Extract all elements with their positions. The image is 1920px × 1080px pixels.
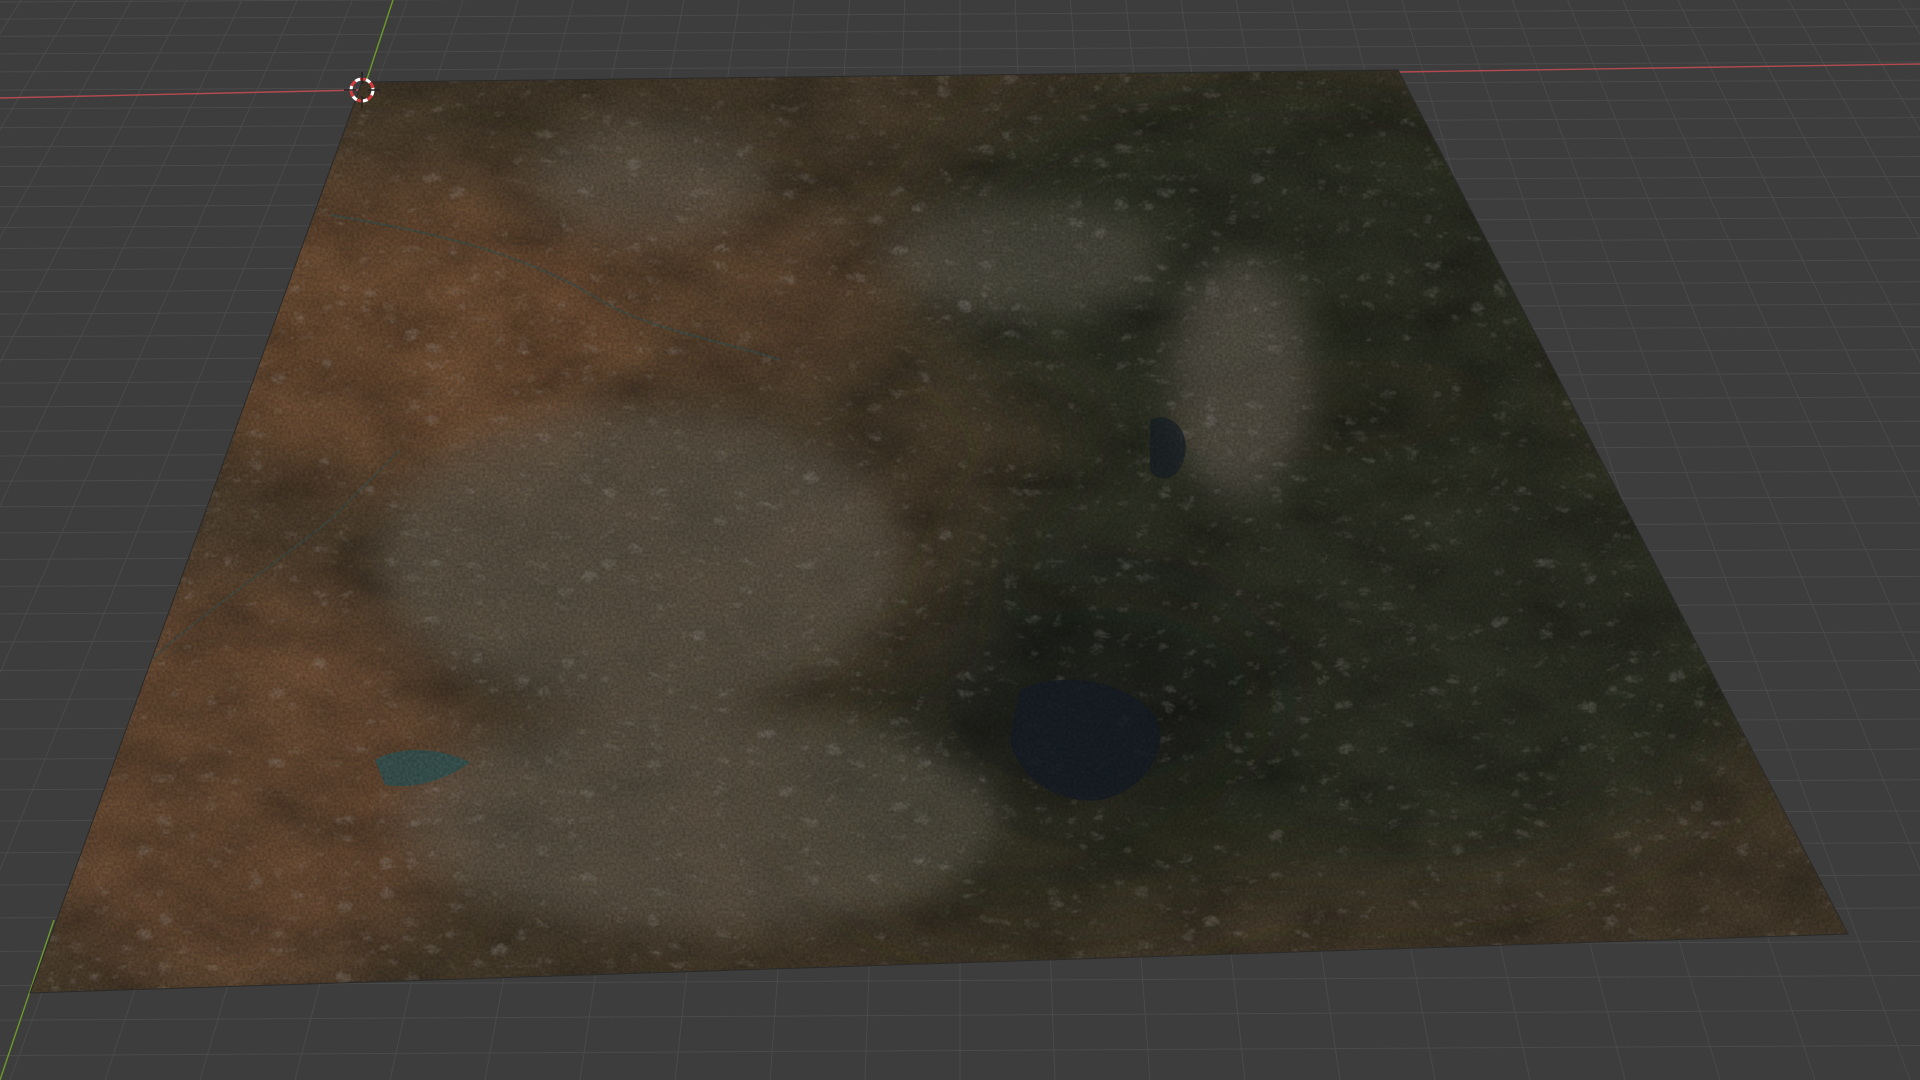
viewport-scene[interactable]	[0, 0, 1920, 1080]
3d-viewport[interactable]	[0, 0, 1920, 1080]
